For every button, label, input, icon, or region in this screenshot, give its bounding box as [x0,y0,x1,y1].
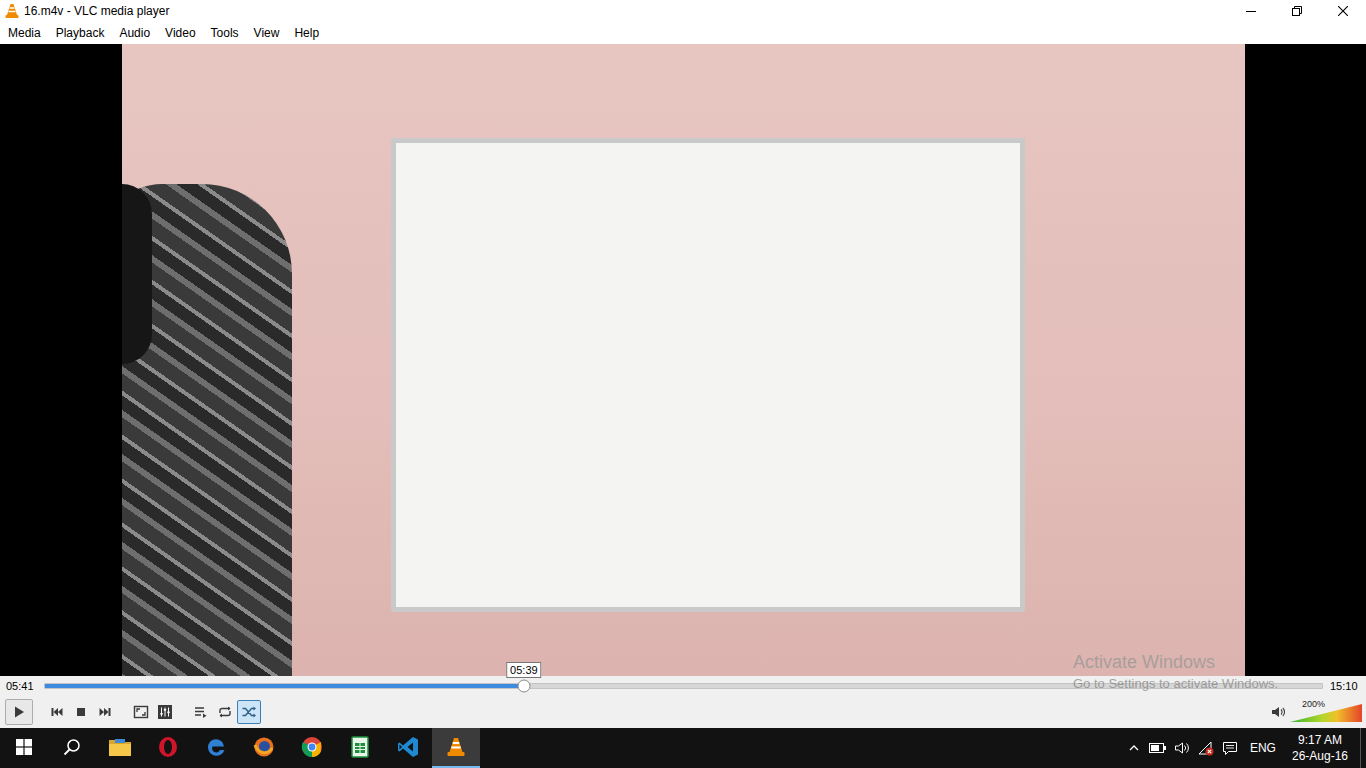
extended-button[interactable] [153,700,177,724]
volume-track [1290,704,1362,722]
previous-icon [50,705,64,719]
watermark-title: Activate Windows [1073,652,1278,672]
elapsed-time: 05:41 [0,678,44,695]
clock[interactable]: 9:17 AM26-Aug-16 [1284,732,1356,764]
stop-icon [74,705,88,719]
window-buttons [1228,0,1366,22]
video-area[interactable] [0,44,1366,676]
volume-fill [1290,704,1362,722]
volume-slider[interactable]: 200% [1290,702,1362,722]
vlc-app-icon [4,3,20,19]
next-icon [98,705,112,719]
notification-icon[interactable] [1218,728,1242,768]
controls-row: 200% [0,696,1366,728]
battery-icon[interactable] [1146,728,1170,768]
fullscreen-icon [133,704,149,720]
fullscreen-button[interactable] [129,700,153,724]
input-language[interactable]: ENG [1242,739,1284,757]
watermark-subtitle: Go to Settings to activate Windows. [1073,675,1278,693]
seek-track[interactable]: 05:39 [44,683,1323,689]
video-frame [122,44,1245,676]
seek-row: 05:4105:3915:10 [0,676,1366,696]
taskbar-app[interactable] [192,728,240,768]
playlist-icon [193,704,209,720]
previous-button[interactable] [45,700,69,724]
volume-icon[interactable] [1170,728,1194,768]
start-icon[interactable] [0,728,48,768]
seek-fill [45,684,524,688]
minimize-icon[interactable] [1228,0,1274,22]
person-hair [122,184,152,364]
playlist-button[interactable] [189,700,213,724]
seek-tooltip: 05:39 [506,662,542,678]
activation-watermark: Activate Windows Go to Settings to activa… [1073,652,1278,693]
edge-icon [205,736,227,758]
clock-date: 26-Aug-16 [1292,748,1348,764]
window-title: 16.m4v - VLC media player [20,0,1228,22]
taskbar-app[interactable] [336,728,384,768]
taskbar: ENG9:17 AM26-Aug-16 [0,728,1366,768]
stop-button[interactable] [69,700,93,724]
network-icon[interactable] [1194,728,1218,768]
menu-item[interactable]: View [246,22,287,44]
next-button[interactable] [93,700,117,724]
clock-time: 9:17 AM [1292,732,1348,748]
taskbar-app[interactable] [240,728,288,768]
taskbar-app[interactable] [288,728,336,768]
chevron-up-icon[interactable] [1122,728,1146,768]
menu-item[interactable]: Help [286,22,326,44]
opera-icon [157,736,179,758]
explorer-icon [108,737,132,757]
title-bar: 16.m4v - VLC media player [0,0,1366,22]
menu-item[interactable]: Video [157,22,202,44]
random-button[interactable] [237,700,261,724]
volume-reading: 200% [1302,699,1325,709]
vscode-icon [397,736,419,758]
play-button[interactable] [5,699,33,725]
search-icon[interactable] [48,728,96,768]
menu-item[interactable]: Media [0,22,48,44]
menu-item[interactable]: Tools [203,22,246,44]
close-icon[interactable] [1320,0,1366,22]
taskbar-app[interactable] [144,728,192,768]
chrome-icon [301,736,323,758]
system-tray: ENG9:17 AM26-Aug-16 [1122,728,1366,768]
sheets-icon [350,736,370,758]
total-time: 15:10 [1323,678,1366,695]
speaker-icon [1270,704,1286,720]
vlc-window: 16.m4v - VLC media player MediaPlaybackA… [0,0,1366,768]
loop-button[interactable] [213,700,237,724]
firefox-icon [253,736,275,758]
vlc-icon [445,736,467,758]
loop-icon [217,704,233,720]
show-desktop[interactable] [1360,728,1366,768]
play-icon [12,705,26,719]
extended-icon [157,704,173,720]
taskbar-app[interactable] [96,728,144,768]
restore-icon[interactable] [1274,0,1320,22]
taskbar-app[interactable] [384,728,432,768]
whiteboard [391,138,1025,612]
menu-bar: MediaPlaybackAudioVideoToolsViewHelp [0,22,1366,44]
menu-item[interactable]: Audio [111,22,157,44]
menu-item[interactable]: Playback [48,22,112,44]
random-icon [241,704,257,720]
taskbar-app[interactable] [432,728,480,768]
seek-handle[interactable] [517,680,530,693]
